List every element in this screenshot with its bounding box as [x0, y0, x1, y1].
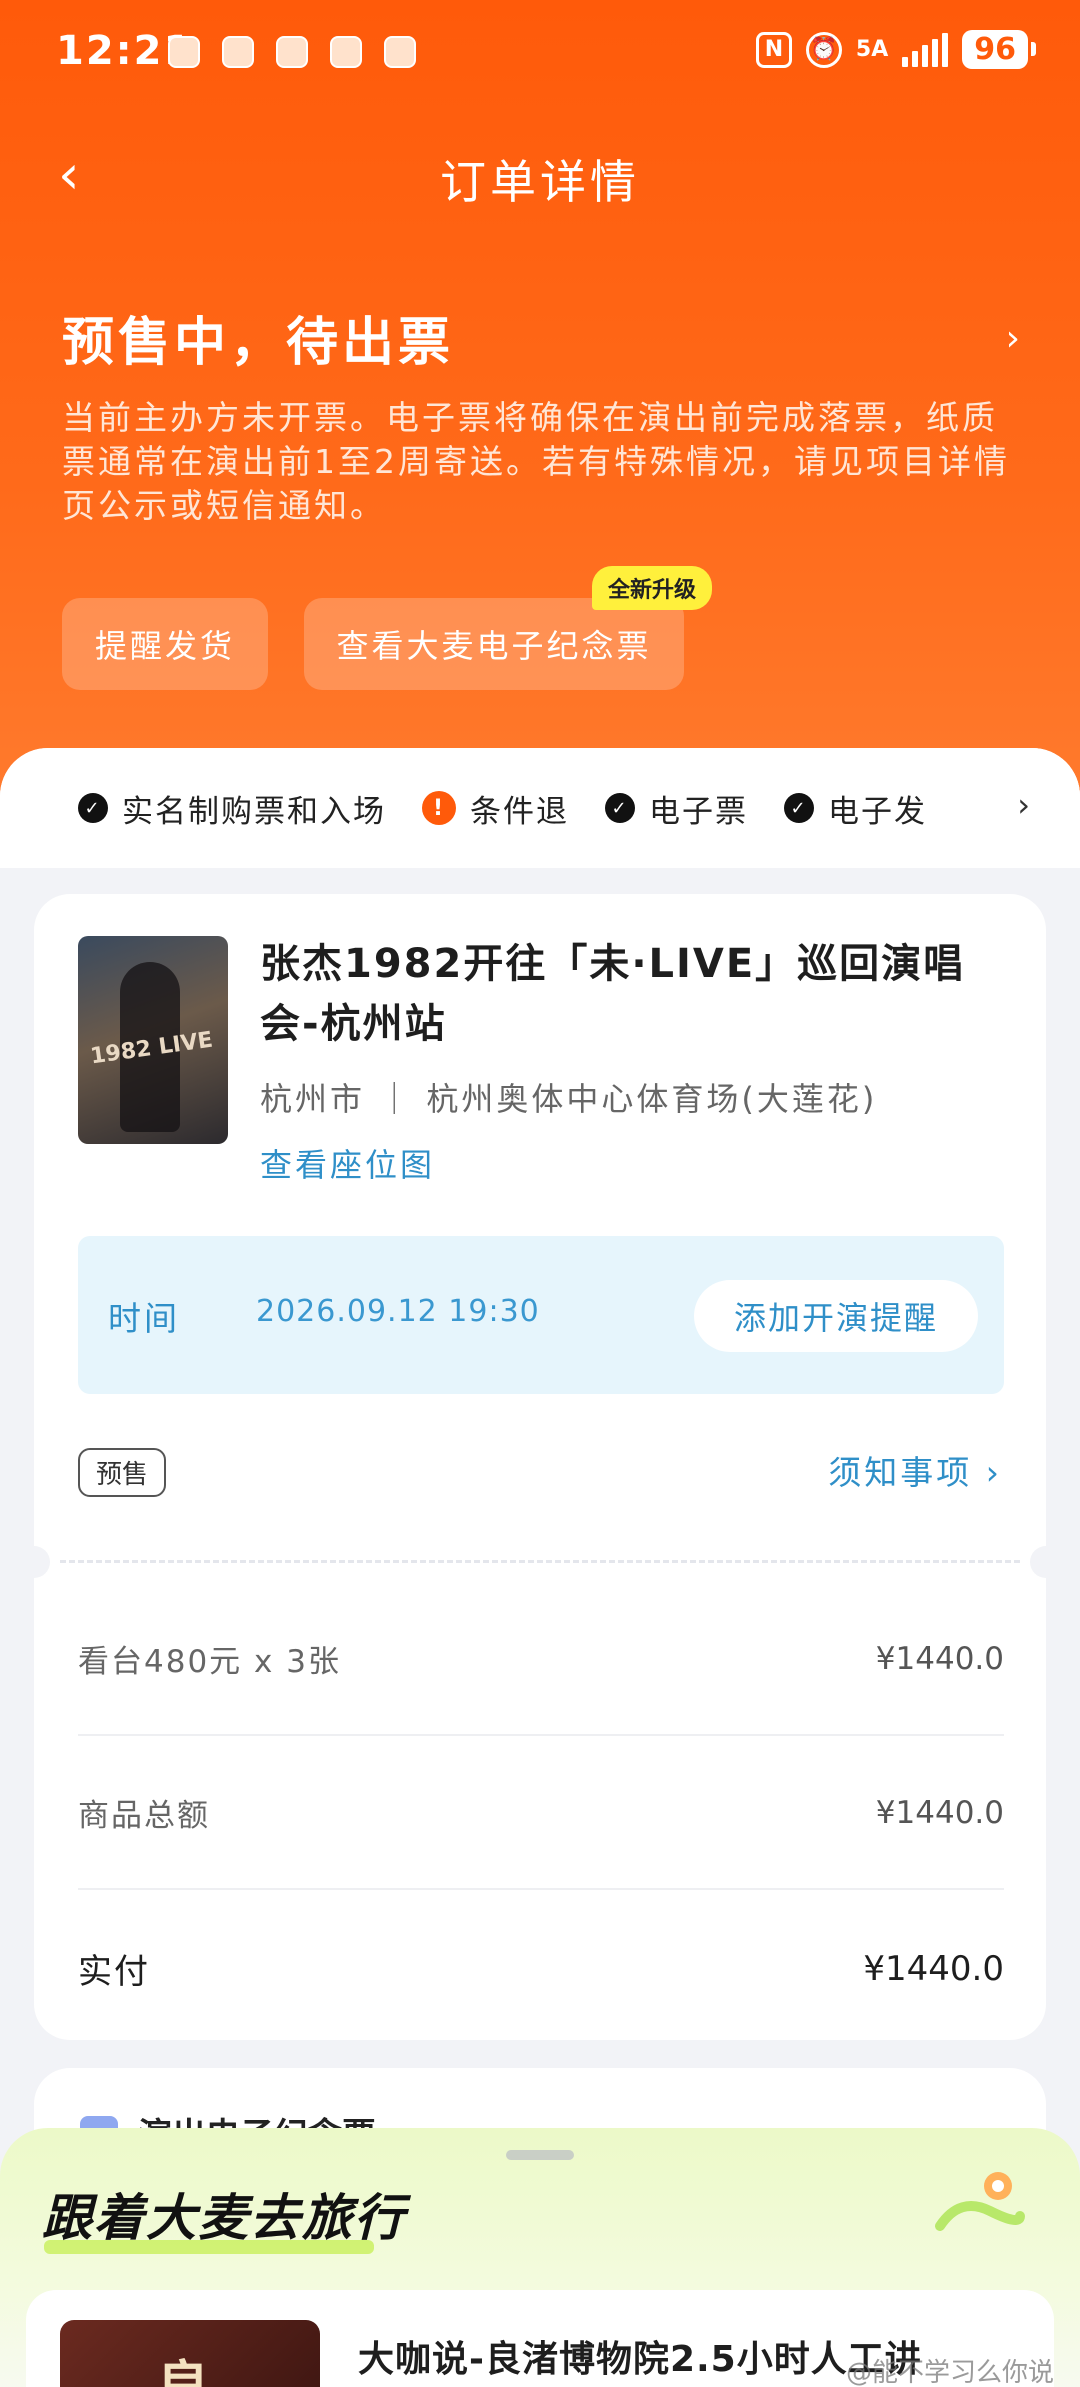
show-poster[interactable]: 1982 LIVE: [78, 936, 228, 1144]
travel-bottom-sheet[interactable]: 跟着大麦去旅行 良 大咖说-良渚博物院2.5小时人工讲: [0, 2128, 1080, 2387]
ticket-notch: [18, 1546, 50, 1578]
ticket-notch: [1030, 1546, 1062, 1578]
show-title[interactable]: 张杰1982开往「未·LIVE」巡回演唱会-杭州站: [260, 934, 1000, 1054]
feature-label: 电子发: [828, 793, 927, 830]
check-icon: ✓: [78, 793, 108, 823]
app-notification-icon: [384, 36, 416, 68]
travel-item-image: 良: [60, 2320, 320, 2387]
paid-value: ¥1440.0: [863, 1948, 1004, 1989]
remind-shipping-button[interactable]: 提醒发货: [62, 598, 268, 690]
feature-strip[interactable]: ✓ 实名制购票和入场 ! 条件退 ✓ 电子票 ✓ 电子发 ›: [0, 748, 1080, 868]
presale-tag: 预售: [78, 1448, 167, 1497]
status-right: N ⏰ 5A 96: [755, 30, 1036, 69]
feature-label: 条件退: [470, 793, 569, 830]
chevron-right-icon[interactable]: ›: [1006, 318, 1020, 359]
price-item-label: 看台480元 x 3张: [78, 1644, 341, 1680]
alarm-icon: ⏰: [805, 31, 842, 68]
order-card: 1982 LIVE 张杰1982开往「未·LIVE」巡回演唱会-杭州站 杭州市 …: [18, 894, 1062, 2040]
status-bar: 12:21 N ⏰ 5A 96: [0, 0, 1080, 100]
feature-e-ticket: ✓ 电子票: [605, 786, 748, 831]
notice-label: 须知事项: [828, 1453, 973, 1492]
dashed-divider: [60, 1560, 1020, 1563]
signal-icon: [902, 32, 949, 67]
feature-real-name: ✓ 实名制购票和入场: [78, 786, 386, 831]
feature-conditional-refund: ! 条件退: [422, 786, 569, 831]
feature-e-invoice: ✓ 电子发: [784, 786, 927, 831]
app-notification-icon: [276, 36, 308, 68]
check-icon: ✓: [784, 793, 814, 823]
subtotal-label: 商品总额: [78, 1798, 210, 1834]
page-title: 订单详情: [440, 155, 640, 209]
new-upgrade-badge: 全新升级: [592, 566, 713, 610]
paid-label: 实付: [78, 1952, 150, 1992]
warning-icon: !: [422, 791, 456, 825]
view-seat-map-link[interactable]: 查看座位图: [260, 1140, 435, 1186]
time-value: 2026.09.12 19:30: [256, 1294, 540, 1329]
travel-item-image-text: 良: [156, 2355, 210, 2387]
travel-title: 跟着大麦去旅行: [42, 2189, 406, 2247]
add-show-reminder-button[interactable]: 添加开演提醒: [694, 1280, 978, 1352]
watermark: @能不学习么你说: [845, 2358, 1054, 2387]
feature-fade: [920, 748, 1080, 868]
notification-icons: [168, 36, 416, 68]
order-status-description: 当前主办方未开票。电子票将确保在演出前完成落票，纸质票通常在演出前1至2周寄送。…: [62, 398, 1010, 525]
venue-line: 杭州市 ｜ 杭州奥体中心体育场(大莲花): [260, 1074, 877, 1120]
travel-item-title: 大咖说-良渚博物院2.5小时人工讲: [358, 2339, 922, 2380]
price-row-item: 看台480元 x 3张 ¥1440.0: [78, 1636, 1004, 1681]
city: 杭州市: [260, 1080, 366, 1118]
app-notification-icon: [330, 36, 362, 68]
battery-indicator: 96: [962, 30, 1036, 69]
divider: [78, 1734, 1004, 1736]
location-pin-icon: [935, 2172, 1025, 2231]
feature-label: 实名制购票和入场: [122, 793, 386, 830]
time-label: 时间: [108, 1299, 180, 1338]
price-row-subtotal: 商品总额 ¥1440.0: [78, 1790, 1004, 1835]
check-icon: ✓: [605, 793, 635, 823]
chevron-right-icon: ›: [985, 1453, 1002, 1492]
view-memorial-ticket-button[interactable]: 查看大麦电子纪念票: [304, 598, 684, 690]
venue-name: 杭州奥体中心体育场(大莲花): [426, 1080, 878, 1118]
chevron-right-icon[interactable]: ›: [1017, 786, 1030, 824]
notice-link[interactable]: 须知事项 ›: [828, 1446, 1002, 1494]
drag-handle[interactable]: [506, 2150, 574, 2160]
app-notification-icon: [168, 36, 200, 68]
price-row-paid: 实付 ¥1440.0: [78, 1944, 1004, 1993]
time-box: 时间 2026.09.12 19:30 添加开演提醒: [78, 1236, 1004, 1394]
app-notification-icon: [222, 36, 254, 68]
venue-separator: ｜: [378, 1080, 427, 1118]
feature-label: 电子票: [649, 793, 748, 830]
price-item-value: ¥1440.0: [875, 1640, 1004, 1677]
subtotal-value: ¥1440.0: [875, 1794, 1004, 1831]
order-status-title[interactable]: 预售中，待出票: [62, 300, 454, 375]
divider: [78, 1888, 1004, 1890]
network-label: 5A: [855, 36, 889, 62]
nfc-icon: N: [755, 31, 792, 68]
